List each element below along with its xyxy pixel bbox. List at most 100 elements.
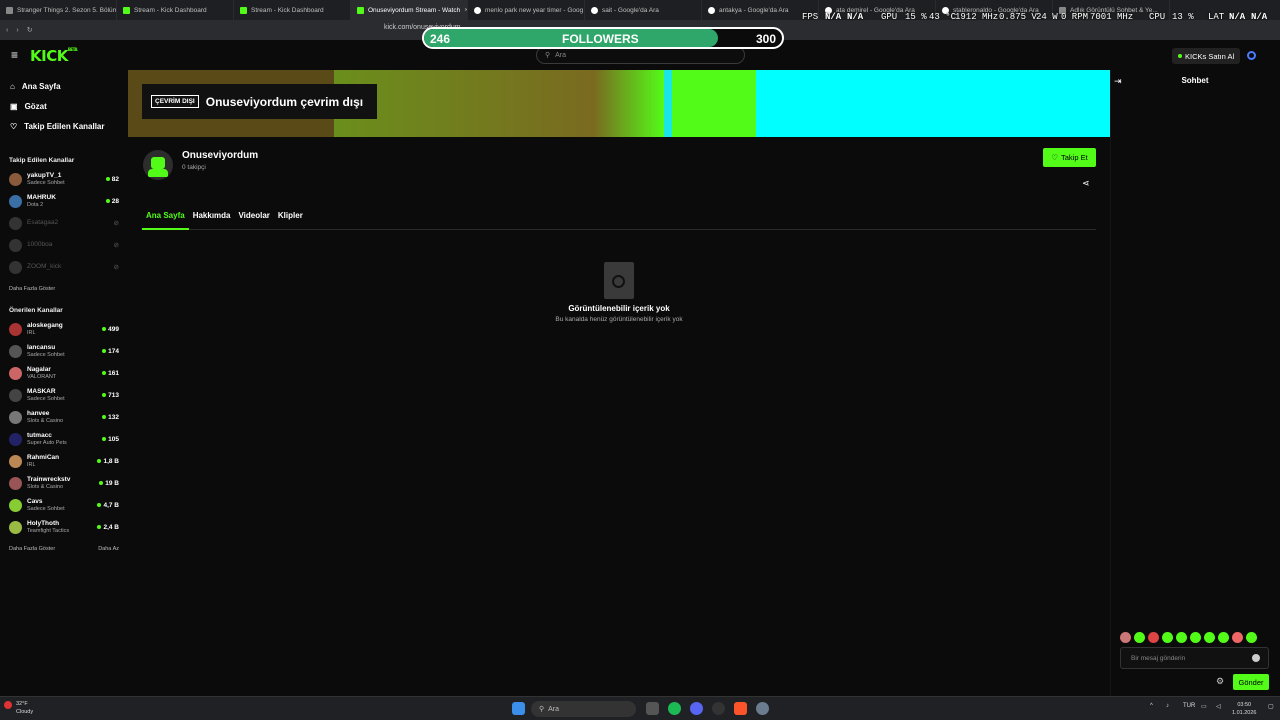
show-less-recommended[interactable]: Daha Az xyxy=(98,546,119,552)
emote-icon[interactable] xyxy=(1246,632,1257,643)
mic-icon[interactable]: ♪ xyxy=(1166,703,1169,709)
sidebar-channel-item[interactable]: aloskegang IRL 499 xyxy=(0,318,128,340)
channel-name: MASKAR xyxy=(27,387,56,395)
channel-name: Trainwreckstv xyxy=(27,475,71,483)
reload-icon[interactable]: ↻ xyxy=(27,26,33,34)
channel-category: Dota 2 xyxy=(27,201,44,208)
channel-tab[interactable]: Videolar xyxy=(234,211,273,230)
browser-tab[interactable]: Stranger Things 2. Sezon 5. Bölüm xyxy=(0,0,117,20)
sidebar-channel-item[interactable]: tutmacc Super Auto Pets 105 xyxy=(0,428,128,450)
channel-avatar[interactable] xyxy=(143,150,173,180)
sidebar-nav-label: Gözat xyxy=(24,101,47,111)
chat-message-input[interactable]: Bir mesaj gönderin xyxy=(1120,647,1269,669)
sidebar-channel-item[interactable]: MASKAR Sadece Sohbet 713 xyxy=(0,384,128,406)
forward-icon[interactable]: › xyxy=(16,27,18,34)
clock[interactable]: 03:50 1.01.2026 xyxy=(1232,701,1256,717)
google-favicon-icon xyxy=(591,6,598,14)
kick-logo[interactable]: KICKBETA xyxy=(30,47,78,65)
sidebar-nav-item[interactable]: ♡ Takip Edilen Kanallar xyxy=(0,116,128,136)
kick-favicon-icon xyxy=(357,6,364,14)
channel-category: Slots & Casino xyxy=(27,483,64,490)
browser-tab[interactable]: Stream - Kick Dashboard xyxy=(117,0,234,20)
sidebar-channel-item[interactable]: Esatagaa2 ⊘ xyxy=(0,212,128,234)
channel-name: Cavs xyxy=(27,497,43,505)
live-dot-icon xyxy=(105,199,110,203)
volume-icon[interactable]: ◁ xyxy=(1216,703,1221,710)
browser-tab-title: menlo park new year timer - Goog xyxy=(485,6,584,14)
network-icon[interactable]: ▭ xyxy=(1201,703,1207,710)
live-dot-icon xyxy=(97,503,102,507)
gpu-clock: 1912 MHz xyxy=(955,12,999,22)
emote-icon[interactable] xyxy=(1232,632,1243,643)
viewer-badge: 82 xyxy=(105,176,119,183)
cpu-label: CPU xyxy=(1149,12,1166,22)
browser-tab-title: sait - Google'da Ara xyxy=(602,6,659,14)
notification-icon[interactable]: ▢ xyxy=(1268,703,1274,710)
emote-icon[interactable] xyxy=(1204,632,1215,643)
browser-tab[interactable]: sait - Google'da Ara xyxy=(585,0,702,20)
chat-title: Sohbet xyxy=(1181,76,1209,85)
live-dot-icon xyxy=(102,393,107,397)
cpu-usage: 13 % xyxy=(1172,12,1194,22)
sidebar-channel-item[interactable]: lancansu Sadece Sohbet 174 xyxy=(0,340,128,362)
show-more-recommended[interactable]: Daha Fazla Göster xyxy=(9,546,55,552)
emote-icon[interactable] xyxy=(1218,632,1229,643)
followers-label: FOLLOWERS xyxy=(562,32,639,46)
emote-icon[interactable] xyxy=(1176,632,1187,643)
viewer-badge: 499 xyxy=(102,326,119,333)
lat-label: LAT xyxy=(1208,12,1225,22)
task-view-icon[interactable] xyxy=(646,702,659,715)
show-more-followed[interactable]: Daha Fazla Göster xyxy=(9,286,55,292)
weather-alert-icon xyxy=(4,701,12,709)
sidebar-channel-item[interactable]: yakupTV_1 Sadece Sohbet 82 xyxy=(0,168,128,190)
sidebar-channel-item[interactable]: Nagalar VALORANT 161 xyxy=(0,362,128,384)
windows-start-icon[interactable] xyxy=(512,702,525,715)
spotify-icon[interactable] xyxy=(668,702,681,715)
emote-icon[interactable] xyxy=(1148,632,1159,643)
sidebar-channel-item[interactable]: ZOOM_kick ⊘ xyxy=(0,256,128,278)
channel-tab[interactable]: Hakkımda xyxy=(189,211,235,230)
emote-icon[interactable] xyxy=(1190,632,1201,643)
google-favicon-icon xyxy=(708,6,715,14)
sidebar-nav-item[interactable]: ▣ Gözat xyxy=(0,96,128,116)
menu-icon[interactable]: ≡ xyxy=(11,48,18,62)
channel-tab[interactable]: Klipler xyxy=(274,211,307,230)
emote-icon[interactable] xyxy=(1162,632,1173,643)
weather-widget[interactable]: 32°F Cloudy xyxy=(16,700,33,716)
live-dot-icon xyxy=(102,327,107,331)
browser-tab[interactable]: menlo park new year timer - Goog xyxy=(468,0,585,20)
emoji-icon[interactable] xyxy=(1252,654,1260,662)
follow-button[interactable]: ♡ Takip Et xyxy=(1043,148,1096,167)
language-indicator[interactable]: TUR xyxy=(1183,703,1195,709)
discord-icon[interactable] xyxy=(690,702,703,715)
channel-name: RahmiCan xyxy=(27,453,60,461)
kick-favicon-icon xyxy=(240,6,247,14)
profile-avatar[interactable] xyxy=(1247,51,1256,60)
buy-kicks-button[interactable]: KICKs Satın Al xyxy=(1172,48,1241,64)
back-icon[interactable]: ‹ xyxy=(6,27,8,34)
taskbar-search[interactable]: ⚲ Ara xyxy=(531,701,636,717)
brave-icon[interactable] xyxy=(734,702,747,715)
settings-icon[interactable] xyxy=(756,702,769,715)
browser-tab[interactable]: Onuseviyordum Stream - Watch × xyxy=(351,0,468,20)
chat-settings-icon[interactable]: ⚙ xyxy=(1216,676,1224,687)
sidebar-channel-item[interactable]: hanvee Slots & Casino 132 xyxy=(0,406,128,428)
send-button[interactable]: Gönder xyxy=(1233,674,1269,690)
obs-icon[interactable] xyxy=(712,702,725,715)
sidebar-channel-item[interactable]: RahmiCan IRL 1,8 B xyxy=(0,450,128,472)
sidebar-channel-item[interactable]: Trainwreckstv Slots & Casino 19 B xyxy=(0,472,128,494)
viewer-badge: 161 xyxy=(102,370,119,377)
sidebar-channel-item[interactable]: Cavs Sadece Sohbet 4,7 B xyxy=(0,494,128,516)
sidebar-channel-item[interactable]: HolyThoth Teamfight Tactics 2,4 B xyxy=(0,516,128,538)
tray-chevron-icon[interactable]: ^ xyxy=(1150,703,1153,709)
sidebar-channel-item[interactable]: MAHRUK Dota 2 28 xyxy=(0,190,128,212)
browser-tab-title: Stranger Things 2. Sezon 5. Bölüm xyxy=(17,6,117,14)
sidebar-channel-item[interactable]: 1000boa ⊘ xyxy=(0,234,128,256)
sidebar-nav-item[interactable]: ⌂ Ana Sayfa xyxy=(0,76,128,96)
browser-tab[interactable]: Stream - Kick Dashboard xyxy=(234,0,351,20)
share-icon[interactable]: ⋖ xyxy=(1082,178,1090,189)
viewer-badge: 2,4 B xyxy=(97,524,119,531)
emote-icon[interactable] xyxy=(1120,632,1131,643)
emote-icon[interactable] xyxy=(1134,632,1145,643)
channel-tab[interactable]: Ana Sayfa xyxy=(142,211,189,230)
